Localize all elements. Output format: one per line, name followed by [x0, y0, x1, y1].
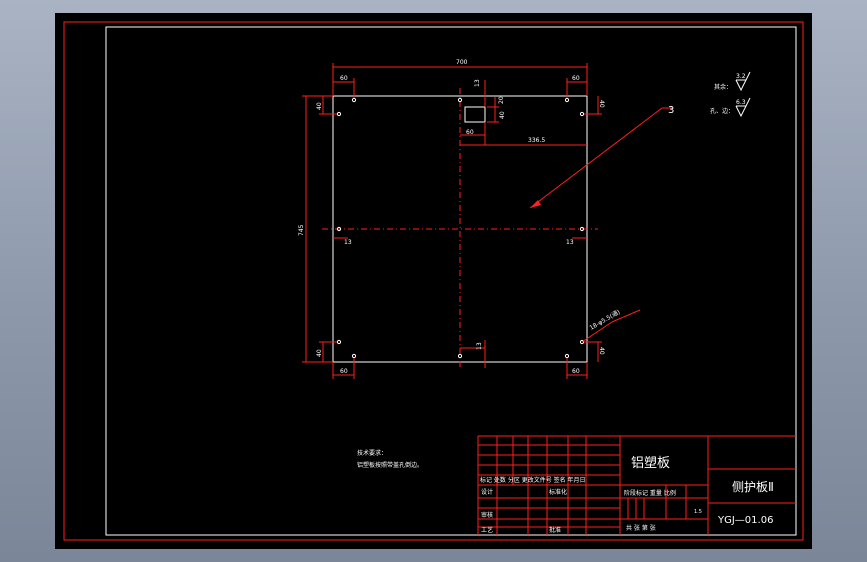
dim-top-right-edge: 60: [572, 75, 580, 82]
roughness-remaining-label: 其余：: [714, 83, 732, 91]
roughness-hole-value: 6.3: [736, 99, 746, 106]
dim-bottom-center: 13: [476, 342, 483, 350]
title-standardization-label: 标准化: [549, 488, 567, 496]
dim-cutout-top: 13: [474, 79, 481, 87]
dim-cutout-small: 20: [498, 96, 505, 104]
title-part-name: 侧护板Ⅱ: [732, 480, 774, 494]
title-process-label: 工艺: [481, 526, 493, 534]
dim-left-bottom-edge: 40: [316, 349, 323, 357]
tech-requirements-title: 技术要求：: [357, 449, 387, 457]
title-sheet-info: 共 张 第 张: [626, 524, 656, 532]
dim-bottom-right-edge: 60: [572, 368, 580, 375]
title-drawing-number: YGJ—01.06: [717, 515, 773, 526]
dim-left-top-edge: 40: [316, 102, 323, 110]
tech-requirements-line: 铝塑板按照带盖孔倒边。: [357, 461, 423, 469]
title-design-label: 设计: [481, 488, 493, 496]
title-approve-label: 批准: [549, 526, 561, 534]
model-space-background: [55, 13, 812, 549]
title-stage-mark-label: 阶段标记 重量 比例: [624, 489, 676, 497]
dim-overall-height: 745: [298, 224, 305, 236]
dim-top-left-edge: 60: [340, 75, 348, 82]
roughness-remaining-value: 3.2: [736, 73, 746, 80]
title-material: 铝塑板: [631, 456, 670, 471]
dim-right-bottom-edge: 40: [598, 347, 605, 355]
dim-cutout-center: 336.5: [528, 137, 545, 144]
dim-bottom-left-edge: 60: [340, 368, 348, 375]
dim-cutout-height: 40: [499, 111, 506, 119]
title-header-row: 标记 处数 分区 更改文件号 签名 年月日: [480, 476, 586, 484]
drawing-sheet: 700 60 60 60 336.5 13 13 60 60 745 40 40…: [55, 13, 812, 549]
dim-cutout-width: 60: [466, 129, 474, 136]
thickness-callout: 3: [668, 105, 674, 116]
dim-mid-right: 13: [566, 239, 574, 246]
dim-overall-width: 700: [456, 59, 468, 66]
dim-mid-left: 13: [344, 239, 352, 246]
dim-right-top-edge: 40: [598, 100, 605, 108]
roughness-hole-label: 孔、边：: [710, 107, 734, 115]
cad-viewport[interactable]: 700 60 60 60 336.5 13 13 60 60 745 40 40…: [0, 0, 867, 562]
title-scale: 1.5: [694, 509, 702, 515]
title-check-label: 审核: [481, 511, 493, 519]
